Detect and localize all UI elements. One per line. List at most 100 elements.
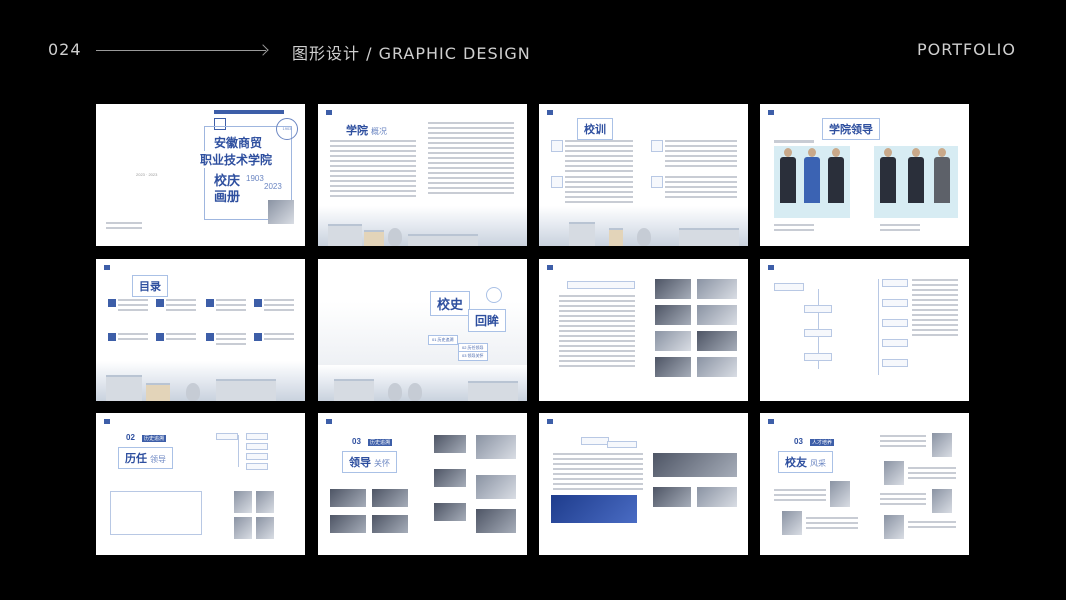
photo (697, 331, 737, 351)
cover-year-range: 2023 · 2023 (136, 172, 158, 177)
toc-column (118, 299, 148, 314)
photo (434, 469, 466, 487)
history-title-a: 校史 (430, 291, 471, 316)
portrait (234, 517, 252, 539)
campus-strip (539, 206, 748, 246)
college-title: 学院 概况 (346, 122, 387, 138)
text-block (665, 140, 737, 170)
page-alumni[interactable]: 03 人才培养 校友 风采 (760, 413, 969, 555)
photo (697, 357, 737, 377)
photo (434, 503, 466, 521)
photo (434, 435, 466, 453)
logo (768, 265, 776, 270)
text-block (806, 517, 858, 532)
text-block (559, 295, 635, 370)
photo (476, 509, 516, 533)
portrait (782, 511, 802, 535)
portrait (932, 433, 952, 457)
page-former-leaders[interactable]: 02 历史追溯 历任 领导 (96, 413, 305, 555)
photo (476, 475, 516, 499)
cover-year-start: 1903 (246, 174, 264, 183)
college-title-sub: 概况 (371, 127, 387, 136)
portfolio-label: PORTFOLIO (917, 40, 1016, 59)
page-leadership[interactable]: 学院领导 (760, 104, 969, 246)
text-block (908, 521, 956, 531)
motto-chip (651, 176, 663, 188)
event-tag (607, 441, 637, 448)
portrait (256, 517, 274, 539)
arrow-icon (96, 50, 266, 51)
alumni-title: 校友 风采 (778, 451, 833, 473)
logo (547, 265, 555, 270)
leadership-title: 学院领导 (822, 118, 880, 140)
text-block (912, 279, 958, 339)
section-number: 03 (352, 437, 361, 446)
motto-chip (551, 140, 563, 152)
toc-column (166, 333, 196, 343)
text-block (880, 493, 926, 508)
toc-column (264, 299, 294, 314)
leaders-care-title: 领导 关怀 (342, 451, 397, 473)
org-root (774, 283, 804, 291)
logo (326, 110, 334, 115)
college-title-main: 学院 (346, 124, 368, 137)
seal-icon: 1903 (276, 118, 298, 140)
motto-chip (651, 140, 663, 152)
text-block (330, 140, 416, 200)
leaders-group-1 (774, 146, 850, 218)
portrait (830, 481, 850, 507)
section-number: 03 (794, 437, 803, 446)
text-block (553, 453, 643, 493)
portrait (256, 491, 274, 513)
cover-name-2: 职业技术学院 (198, 151, 275, 168)
logo (326, 419, 334, 424)
logo (547, 110, 555, 115)
page-timeline[interactable] (539, 259, 748, 401)
logo (768, 419, 776, 424)
photo (372, 489, 408, 507)
portrait (884, 515, 904, 539)
page-events[interactable] (539, 413, 748, 555)
contents-title: 目录 (132, 275, 168, 297)
portrait (234, 491, 252, 513)
motto-chip (551, 176, 563, 188)
campus-strip (318, 365, 527, 401)
toc-column (264, 333, 294, 343)
page-cover[interactable]: 安徽商贸 职业技术学院 校庆 画册 1903 2023 1903 2023 · … (96, 104, 305, 246)
event-tag (581, 437, 609, 445)
photo (653, 453, 737, 477)
logo (547, 419, 555, 424)
photo (330, 515, 366, 533)
photo (372, 515, 408, 533)
photo (330, 489, 366, 507)
cover-caption (106, 222, 142, 232)
photo (655, 357, 691, 377)
campus-photo (268, 200, 294, 224)
cover-brochure-2: 画册 (214, 190, 241, 205)
caption (880, 224, 920, 234)
toc-column (216, 333, 246, 348)
title-a: 历任 (125, 452, 147, 465)
page-college[interactable]: 学院 概况 (318, 104, 527, 246)
section-small-title: 历史追溯 (368, 439, 393, 446)
page-history[interactable]: 校史 回眸 01 历史追溯 02 历任领导 03 领导关怀 (318, 259, 527, 401)
text-block (880, 435, 926, 450)
campus-strip (318, 206, 527, 246)
page-organization[interactable] (760, 259, 969, 401)
portrait (884, 461, 904, 485)
photo (655, 279, 691, 299)
photo (655, 331, 691, 351)
calligraphy-name (214, 110, 284, 114)
logo (768, 110, 776, 115)
event-banner (551, 495, 637, 523)
title-a: 校友 (785, 456, 807, 469)
page-contents[interactable]: 目录 (96, 259, 305, 401)
page-motto[interactable]: 校训 (539, 104, 748, 246)
logo (104, 265, 112, 270)
leader-table (110, 491, 202, 535)
toc-column (216, 299, 246, 314)
timeline-header (567, 281, 635, 289)
leaders-group-2 (874, 146, 958, 218)
circle-badge (486, 287, 502, 303)
page-leaders-care[interactable]: 03 历史追溯 领导 关怀 (318, 413, 527, 555)
